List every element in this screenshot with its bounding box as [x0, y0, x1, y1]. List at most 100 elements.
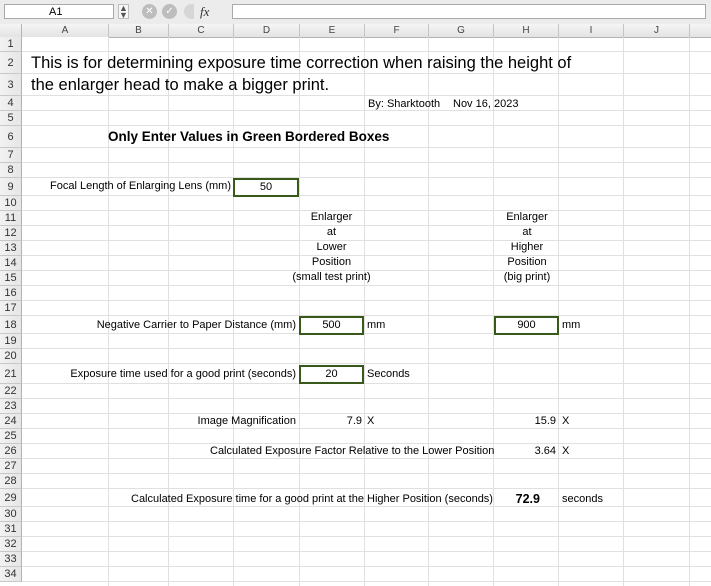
row-header[interactable]: 34: [0, 567, 22, 582]
row-header[interactable]: 11: [0, 211, 22, 226]
higher-header-line[interactable]: Position: [492, 255, 562, 270]
cancel-icon[interactable]: ✕: [142, 4, 157, 19]
gridline: [22, 398, 711, 399]
gridline: [558, 37, 559, 586]
row-header[interactable]: 8: [0, 163, 22, 178]
row-header[interactable]: 5: [0, 111, 22, 126]
column-header-b[interactable]: B: [109, 24, 169, 37]
column-header-i[interactable]: I: [559, 24, 624, 37]
gridline: [22, 333, 711, 334]
column-header-a[interactable]: A: [22, 24, 109, 37]
higher-header-line[interactable]: Higher: [492, 240, 562, 255]
active-cell-a1[interactable]: [22, 37, 108, 51]
name-box[interactable]: A1: [4, 4, 114, 19]
result-value[interactable]: 72.9: [492, 490, 540, 508]
row-header[interactable]: 1: [0, 37, 22, 52]
column-header-d[interactable]: D: [234, 24, 300, 37]
row-header[interactable]: 29: [0, 489, 22, 507]
column-header-f[interactable]: F: [365, 24, 429, 37]
magnification-higher[interactable]: 15.9: [507, 414, 556, 429]
distance-higher-input[interactable]: 900: [494, 316, 559, 335]
distance-lower-input[interactable]: 500: [299, 316, 364, 335]
gridline: [22, 315, 711, 316]
exposure-input[interactable]: 20: [299, 365, 364, 384]
lower-header-line[interactable]: (small test print): [274, 270, 389, 285]
result-unit[interactable]: seconds: [562, 492, 603, 507]
lower-header-line[interactable]: Enlarger: [274, 210, 389, 225]
row-header[interactable]: 16: [0, 286, 22, 301]
row-header[interactable]: 33: [0, 552, 22, 567]
row-header[interactable]: 24: [0, 414, 22, 429]
name-box-stepper-icon[interactable]: ▲ ▼: [118, 4, 129, 20]
focal-length-label[interactable]: Focal Length of Enlarging Lens (mm): [22, 179, 231, 194]
distance-unit[interactable]: mm: [562, 318, 580, 333]
row-header[interactable]: 19: [0, 334, 22, 349]
select-all-corner[interactable]: [0, 24, 22, 37]
row-header[interactable]: 4: [0, 96, 22, 111]
column-header-h[interactable]: H: [494, 24, 559, 37]
exposure-label[interactable]: Exposure time used for a good print (sec…: [22, 367, 296, 382]
row-header[interactable]: 10: [0, 196, 22, 211]
lower-header-line[interactable]: Lower: [274, 240, 389, 255]
row-header[interactable]: 31: [0, 522, 22, 537]
fx-icon[interactable]: fx: [200, 4, 209, 20]
column-header-e[interactable]: E: [300, 24, 365, 37]
row-header[interactable]: 13: [0, 241, 22, 256]
instruction-heading[interactable]: Only Enter Values in Green Bordered Boxe…: [108, 127, 389, 147]
row-header[interactable]: 26: [0, 444, 22, 459]
row-header[interactable]: 22: [0, 384, 22, 399]
row-header[interactable]: 27: [0, 459, 22, 474]
gridline: [22, 383, 711, 384]
magnification-label[interactable]: Image Magnification: [22, 414, 296, 429]
distance-label[interactable]: Negative Carrier to Paper Distance (mm): [22, 318, 296, 333]
gridline: [108, 37, 109, 586]
row-header[interactable]: 32: [0, 537, 22, 552]
column-header-g[interactable]: G: [429, 24, 494, 37]
higher-header-line[interactable]: at: [492, 225, 562, 240]
row-header[interactable]: 17: [0, 301, 22, 316]
row-header[interactable]: 2: [0, 52, 22, 74]
row-header[interactable]: 12: [0, 226, 22, 241]
row-header[interactable]: 9: [0, 178, 22, 196]
row-header[interactable]: 23: [0, 399, 22, 414]
magnification-lower[interactable]: 7.9: [312, 414, 362, 429]
column-header-c[interactable]: C: [169, 24, 234, 37]
row-header[interactable]: 25: [0, 429, 22, 444]
date-cell[interactable]: Nov 16, 2023: [453, 97, 518, 112]
title-line-2[interactable]: the enlarger head to make a bigger print…: [31, 74, 329, 96]
distance-unit[interactable]: mm: [367, 318, 385, 333]
gridline: [22, 488, 711, 489]
column-header-j[interactable]: J: [624, 24, 690, 37]
gridline: [22, 473, 711, 474]
factor-label[interactable]: Calculated Exposure Factor Relative to t…: [210, 444, 494, 459]
higher-header-line[interactable]: (big print): [492, 270, 562, 285]
row-header[interactable]: 14: [0, 256, 22, 271]
title-line-1[interactable]: This is for determining exposure time co…: [31, 52, 571, 74]
gridline: [689, 37, 690, 586]
row-header[interactable]: 7: [0, 148, 22, 163]
x-unit[interactable]: X: [562, 414, 569, 429]
row-header[interactable]: 21: [0, 364, 22, 384]
author-cell[interactable]: By: Sharktooth: [368, 97, 440, 112]
row-header[interactable]: 30: [0, 507, 22, 522]
formula-input[interactable]: [232, 4, 706, 19]
focal-length-input[interactable]: 50: [233, 178, 299, 197]
gridline: [22, 147, 711, 148]
row-header[interactable]: 18: [0, 316, 22, 334]
factor-value[interactable]: 3.64: [507, 444, 556, 459]
row-header[interactable]: 15: [0, 271, 22, 286]
gridline: [22, 348, 711, 349]
lower-header-line[interactable]: at: [274, 225, 389, 240]
confirm-icon[interactable]: ✓: [162, 4, 177, 19]
x-unit[interactable]: X: [367, 414, 374, 429]
x-unit[interactable]: X: [562, 444, 569, 459]
row-header[interactable]: 20: [0, 349, 22, 364]
sheet-grid[interactable]: This is for determining exposure time co…: [22, 37, 711, 586]
exposure-unit[interactable]: Seconds: [367, 367, 410, 382]
row-header[interactable]: 6: [0, 126, 22, 148]
result-label[interactable]: Calculated Exposure time for a good prin…: [131, 492, 493, 507]
row-header[interactable]: 3: [0, 74, 22, 96]
higher-header-line[interactable]: Enlarger: [492, 210, 562, 225]
lower-header-line[interactable]: Position: [274, 255, 389, 270]
row-header[interactable]: 28: [0, 474, 22, 489]
